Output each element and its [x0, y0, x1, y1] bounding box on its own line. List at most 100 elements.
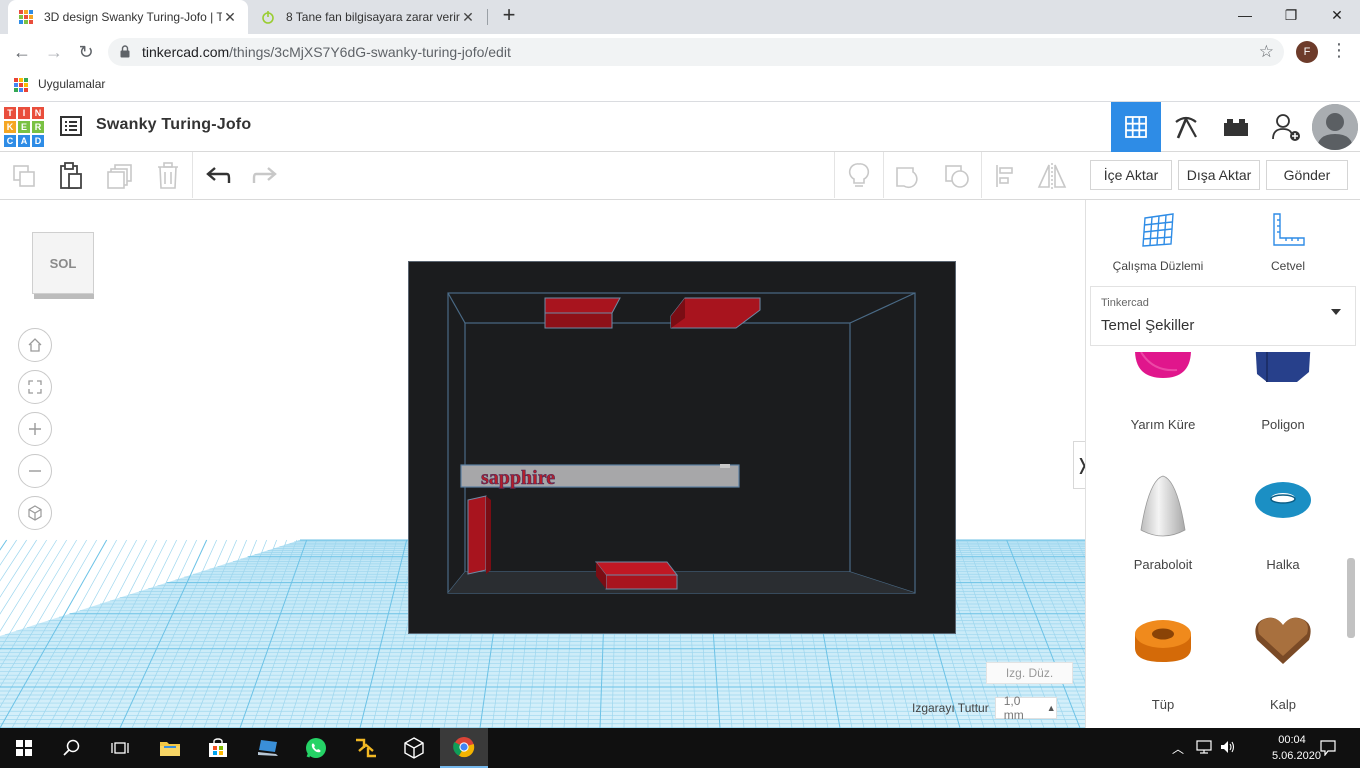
align-button[interactable]	[990, 160, 1022, 192]
edit-grid-button[interactable]: Izg. Düz.	[986, 662, 1073, 684]
add-user-icon	[1272, 114, 1300, 141]
group-button[interactable]	[892, 160, 924, 192]
notes-button[interactable]	[843, 160, 875, 192]
restore-icon[interactable]: ❐	[1268, 0, 1314, 30]
shape-label: Yarım Küre	[1130, 417, 1196, 432]
paste-button[interactable]	[55, 160, 87, 192]
device-app-button[interactable]	[244, 728, 292, 768]
url-path: /things/3cMjXS7Y6dG-swanky-turing-jofo/e…	[229, 44, 511, 60]
chevron-up-icon[interactable]: ︿	[1172, 740, 1184, 757]
perspective-button[interactable]	[18, 496, 52, 530]
task-view-icon	[111, 742, 129, 754]
tinkercad-header: T I N K E R C A D Swanky Turing-Jofo	[0, 102, 1360, 152]
browser-menu-icon[interactable]: ⋮	[1330, 40, 1348, 64]
close-window-icon[interactable]: ✕	[1314, 0, 1360, 30]
store-button[interactable]	[194, 728, 242, 768]
toolbar-divider	[192, 152, 193, 198]
logo-letter: N	[31, 106, 45, 120]
duplicate-button[interactable]	[104, 160, 136, 192]
logo-letter: R	[31, 120, 45, 134]
speech-bubble-icon	[1320, 740, 1336, 757]
reload-icon[interactable]: ↻	[74, 40, 98, 64]
url-input[interactable]: tinkercad.com/things/3cMjXS7Y6dG-swanky-…	[108, 38, 1284, 66]
design-list-icon[interactable]	[60, 116, 82, 136]
file-explorer-button[interactable]	[146, 728, 194, 768]
import-button[interactable]: İçe Aktar	[1090, 160, 1172, 190]
copy-button[interactable]	[8, 160, 40, 192]
shape-heart[interactable]: Kalp	[1223, 592, 1343, 728]
chrome-button[interactable]	[440, 728, 488, 768]
power-favicon-icon	[262, 11, 274, 24]
shape-tube[interactable]: Tüp	[1103, 592, 1223, 728]
delete-button[interactable]	[152, 160, 184, 192]
close-tab-icon[interactable]: ✕	[222, 9, 238, 26]
add-user-button[interactable]	[1261, 102, 1311, 152]
profile-avatar[interactable]: F	[1296, 41, 1318, 63]
workplane-tool[interactable]: Çalışma Düzlemi	[1098, 212, 1218, 273]
fit-icon	[28, 380, 42, 394]
apps-grid-icon[interactable]	[14, 78, 28, 92]
export-button[interactable]: Dışa Aktar	[1178, 160, 1260, 190]
shape-half-sphere[interactable]: Yarım Küre	[1103, 352, 1223, 452]
ruler-tool[interactable]: Cetvel	[1228, 212, 1348, 273]
unity-app-button[interactable]	[342, 728, 390, 768]
start-button[interactable]	[0, 728, 48, 768]
zoom-in-button[interactable]	[18, 412, 52, 446]
tinkercad-logo[interactable]: T I N K E R C A D	[3, 106, 45, 148]
ungroup-button[interactable]	[941, 160, 973, 192]
enclosure-model[interactable]: sapphire	[408, 261, 956, 634]
undo-icon	[206, 167, 231, 183]
view-cube[interactable]: SOL	[32, 232, 94, 300]
search-icon	[63, 739, 80, 756]
send-button[interactable]: Gönder	[1266, 160, 1348, 190]
codeblocks-button[interactable]	[1161, 102, 1211, 152]
undo-button[interactable]	[202, 160, 234, 192]
shape-torus[interactable]: Halka	[1223, 452, 1343, 592]
3d-design-view-button[interactable]	[1111, 102, 1161, 152]
snap-grid-select[interactable]: 1,0 mm ▲	[994, 694, 1057, 722]
fit-view-button[interactable]	[18, 370, 52, 404]
redo-icon	[252, 167, 277, 183]
close-tab-icon[interactable]: ✕	[460, 9, 476, 26]
workplane-viewport[interactable]: SOL sapphire Izg. Düz. Izgarayı Tuttur 1…	[0, 200, 1085, 728]
minimize-icon[interactable]: —	[1222, 0, 1268, 30]
shape-paraboloid[interactable]: Paraboloit	[1103, 452, 1223, 592]
volume-icon[interactable]	[1220, 740, 1236, 757]
back-icon[interactable]: ←	[10, 40, 34, 64]
tinkercad-favicon-icon	[19, 10, 33, 24]
bookmarks-bar: Uygulamalar	[0, 70, 1360, 102]
shape-library-select[interactable]: Tinkercad Temel Şekiller	[1090, 286, 1356, 346]
shape-polygon[interactable]: Poligon	[1223, 352, 1343, 452]
windows-taskbar: ︿ 00:04 5.06.2020	[0, 728, 1360, 768]
bricks-button[interactable]	[1211, 102, 1261, 152]
enclosure-floor	[448, 572, 915, 593]
forward-icon[interactable]: →	[42, 40, 66, 64]
system-clock[interactable]: 00:04 5.06.2020	[1272, 732, 1321, 764]
bookmark-star-icon[interactable]: ☆	[1259, 42, 1274, 62]
redo-button[interactable]	[249, 160, 281, 192]
tab-fan-article[interactable]: 8 Tane fan bilgisayara zarar verir ✕	[250, 0, 486, 34]
new-tab-button[interactable]: +	[498, 4, 520, 27]
search-button[interactable]	[48, 728, 96, 768]
heart-icon	[1255, 617, 1311, 664]
shape-label: Kalp	[1269, 697, 1297, 712]
whatsapp-button[interactable]	[292, 728, 340, 768]
apps-bookmark-label[interactable]: Uygulamalar	[38, 77, 105, 91]
zoom-out-button[interactable]	[18, 454, 52, 488]
network-icon[interactable]	[1196, 740, 1212, 757]
view-cube-face[interactable]: SOL	[32, 232, 94, 294]
virtualbox-button[interactable]	[390, 728, 438, 768]
3d-box-icon	[404, 737, 424, 759]
shape-label: Tüp	[1151, 697, 1175, 712]
snap-grid-label: Izgarayı Tuttur	[912, 701, 989, 715]
design-title[interactable]: Swanky Turing-Jofo	[96, 116, 251, 134]
mirror-button[interactable]	[1036, 160, 1068, 192]
group-icon	[896, 167, 918, 189]
panel-scrollbar[interactable]	[1347, 558, 1355, 638]
notifications-icon[interactable]	[1320, 740, 1336, 759]
tab-tinkercad[interactable]: 3D design Swanky Turing-Jofo | T ✕	[8, 0, 248, 34]
task-view-button[interactable]	[96, 728, 144, 768]
home-view-button[interactable]	[18, 328, 52, 362]
view-cube-base	[34, 294, 94, 299]
user-avatar[interactable]	[1312, 104, 1358, 150]
